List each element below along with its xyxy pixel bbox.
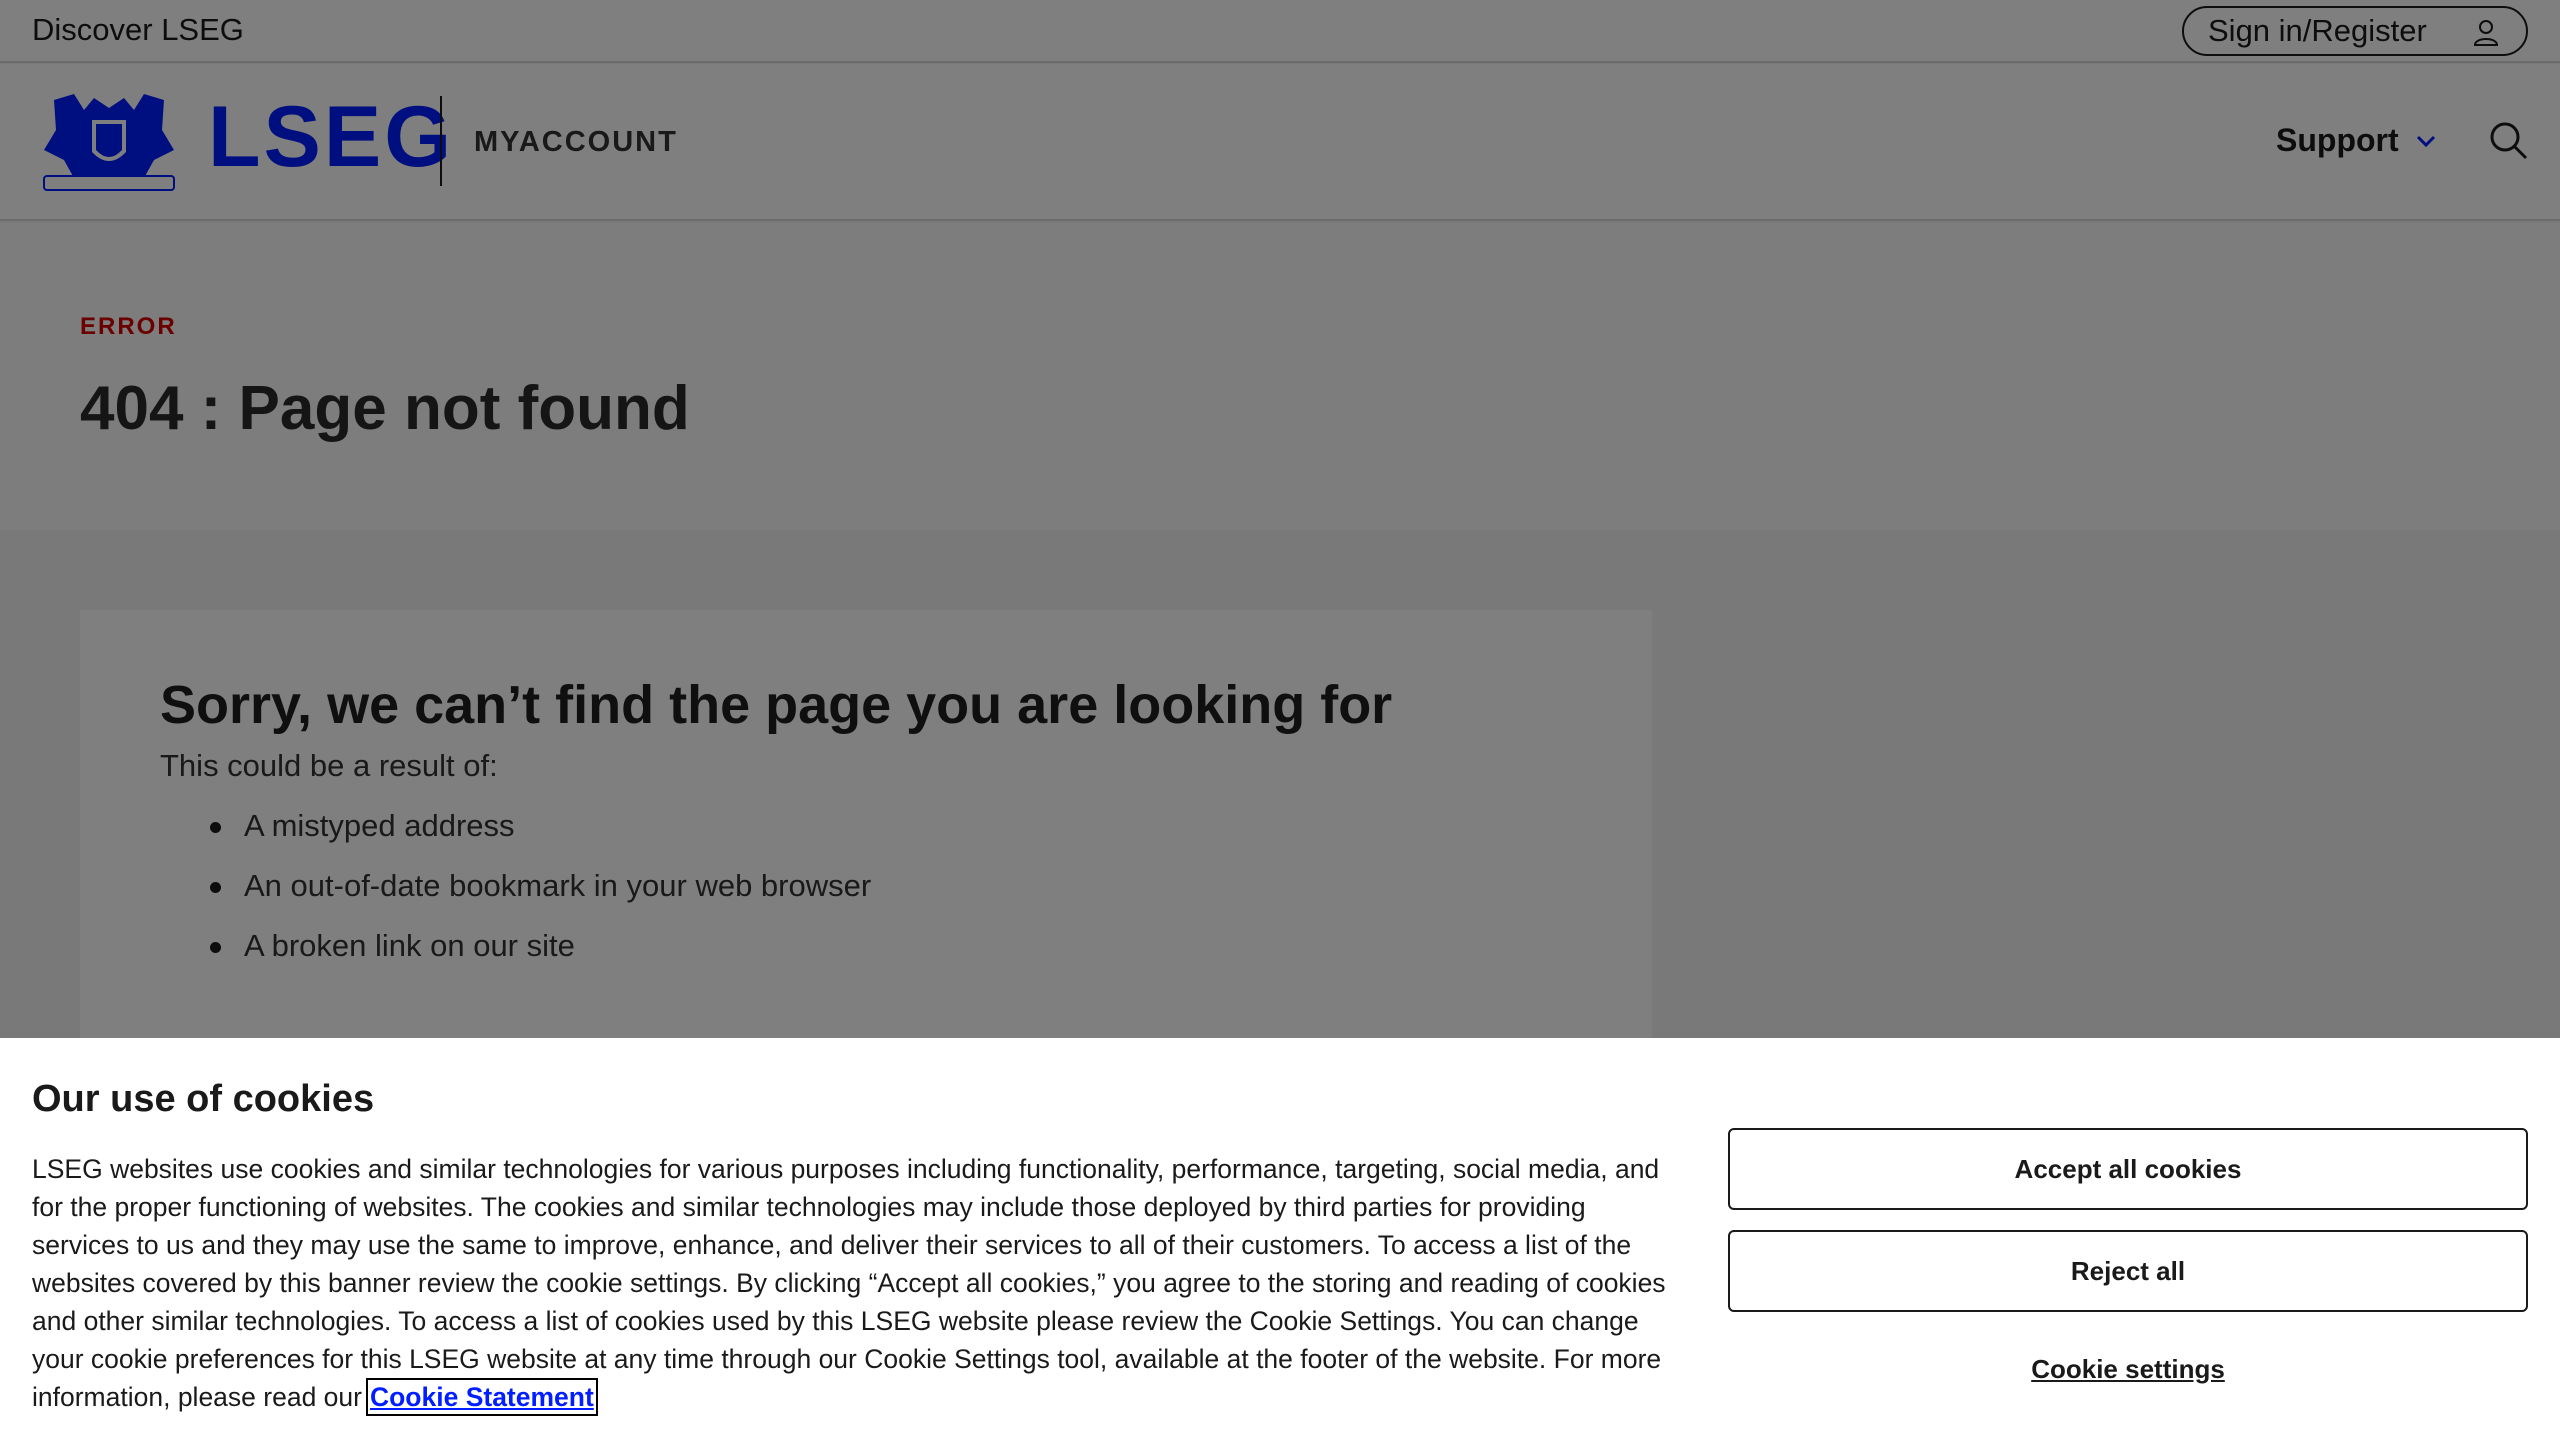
cookie-banner: Our use of cookies LSEG websites use coo…	[0, 1038, 2560, 1440]
accept-all-cookies-button[interactable]: Accept all cookies	[1728, 1128, 2528, 1210]
cookie-banner-title: Our use of cookies	[32, 1078, 375, 1120]
cookie-banner-text: LSEG websites use cookies and similar te…	[32, 1150, 1672, 1416]
cookie-body-text: LSEG websites use cookies and similar te…	[32, 1154, 1666, 1412]
cookie-statement-link[interactable]: Cookie Statement	[365, 1378, 598, 1416]
cookie-settings-link[interactable]: Cookie settings	[1728, 1354, 2528, 1385]
reject-all-button[interactable]: Reject all	[1728, 1230, 2528, 1312]
